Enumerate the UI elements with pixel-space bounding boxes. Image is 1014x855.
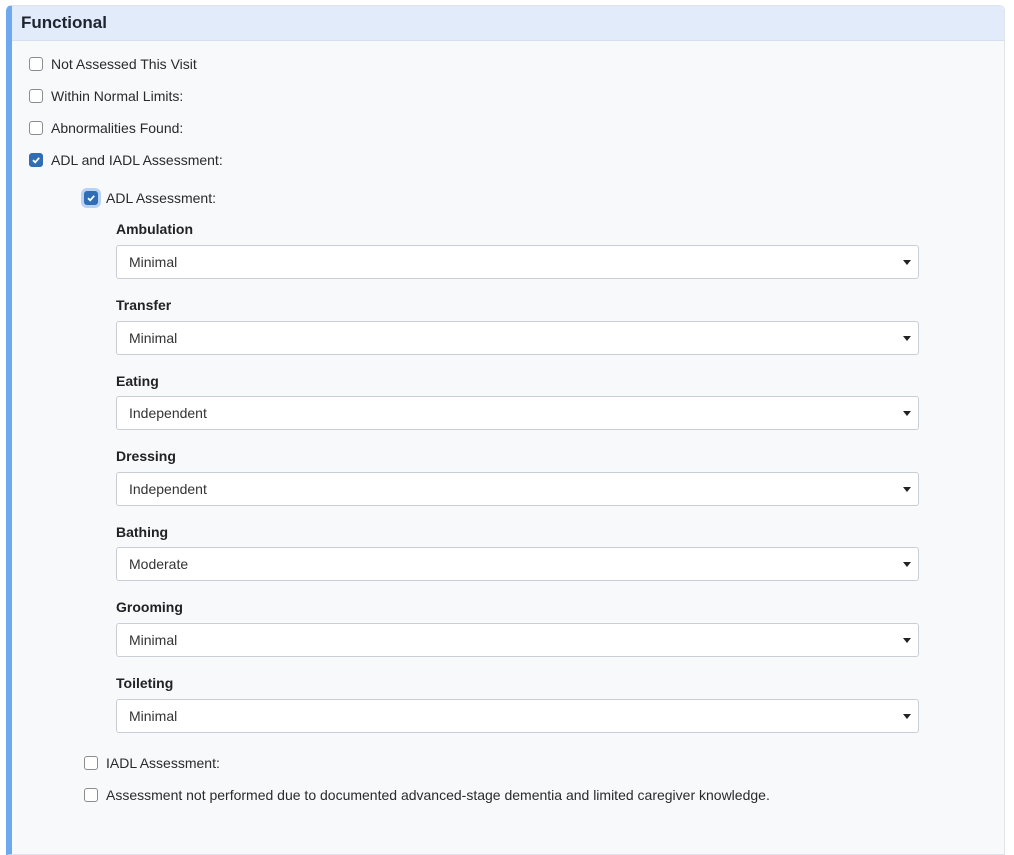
option-label: Within Normal Limits: — [51, 88, 184, 104]
option-within-normal-limits[interactable]: Within Normal Limits: — [29, 88, 183, 104]
option-assessment-not-performed[interactable]: Assessment not performed due to document… — [84, 787, 770, 803]
toileting-label: Toileting — [116, 675, 174, 691]
select-value: Minimal — [129, 254, 178, 270]
toileting-select[interactable]: Minimal — [116, 699, 919, 733]
ambulation-label: Ambulation — [116, 221, 193, 237]
grooming-label: Grooming — [116, 599, 183, 615]
caret-down-icon — [903, 562, 911, 567]
select-value: Minimal — [129, 330, 178, 346]
option-label: ADL and IADL Assessment: — [51, 152, 223, 168]
option-label: Not Assessed This Visit — [51, 56, 197, 72]
option-adl-assessment[interactable]: ADL Assessment: — [84, 190, 216, 206]
bathing-select[interactable]: Moderate — [116, 547, 919, 581]
bathing-label: Bathing — [116, 524, 169, 540]
select-value: Minimal — [129, 708, 178, 724]
option-label: Assessment not performed due to document… — [106, 787, 770, 803]
option-label: IADL Assessment: — [106, 755, 220, 771]
transfer-select[interactable]: Minimal — [116, 321, 919, 355]
option-label: Abnormalities Found: — [51, 120, 184, 136]
checkbox[interactable] — [29, 121, 43, 135]
select-value: Minimal — [129, 632, 178, 648]
option-adl-iadl-assessment[interactable]: ADL and IADL Assessment: — [29, 152, 223, 168]
caret-down-icon — [903, 638, 911, 643]
option-iadl-assessment[interactable]: IADL Assessment: — [84, 755, 220, 771]
section-title: Functional — [12, 6, 1004, 41]
ambulation-select[interactable]: Minimal — [116, 245, 919, 279]
caret-down-icon — [903, 336, 911, 341]
transfer-label: Transfer — [116, 297, 172, 313]
checkbox[interactable] — [29, 89, 43, 103]
select-value: Moderate — [129, 556, 189, 572]
select-value: Independent — [129, 405, 207, 421]
caret-down-icon — [903, 411, 911, 416]
checkbox[interactable] — [84, 756, 98, 770]
option-not-assessed[interactable]: Not Assessed This Visit — [29, 56, 197, 72]
caret-down-icon — [903, 260, 911, 265]
eating-label: Eating — [116, 373, 159, 389]
option-label: ADL Assessment: — [106, 190, 216, 206]
dressing-select[interactable]: Independent — [116, 472, 919, 506]
option-abnormalities-found[interactable]: Abnormalities Found: — [29, 120, 183, 136]
checkbox[interactable] — [84, 191, 98, 205]
checkbox[interactable] — [84, 788, 98, 802]
grooming-select[interactable]: Minimal — [116, 623, 919, 657]
checkbox[interactable] — [29, 153, 43, 167]
select-value: Independent — [129, 481, 207, 497]
caret-down-icon — [903, 487, 911, 492]
caret-down-icon — [903, 714, 911, 719]
eating-select[interactable]: Independent — [116, 396, 919, 430]
dressing-label: Dressing — [116, 448, 176, 464]
checkbox[interactable] — [29, 57, 43, 71]
